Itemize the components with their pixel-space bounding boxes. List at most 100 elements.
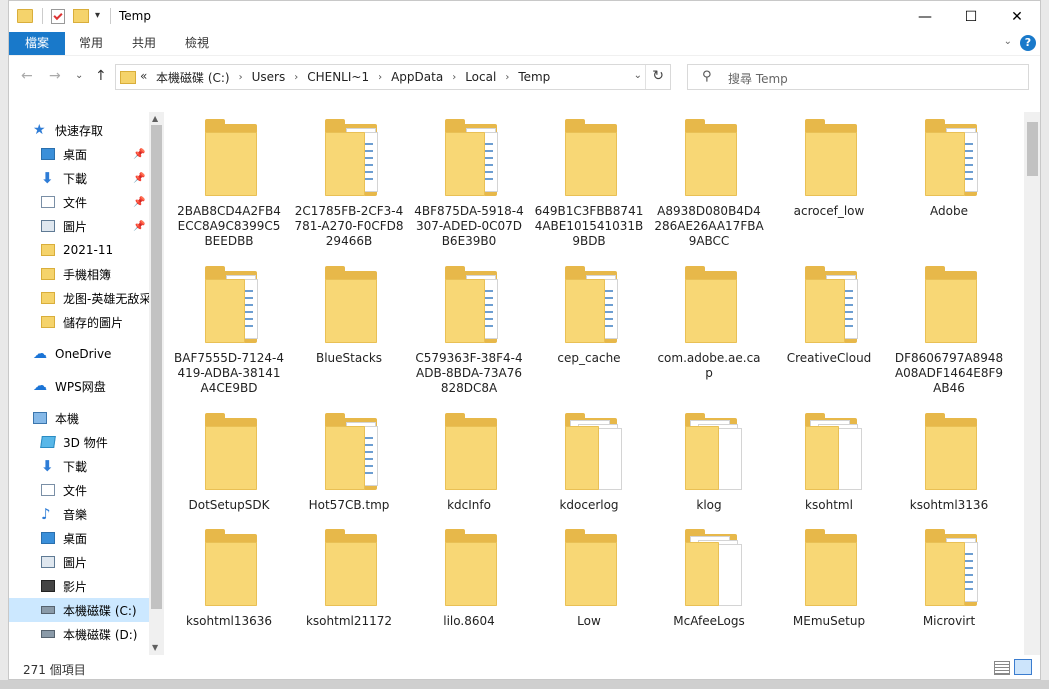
breadcrumb-overflow-icon[interactable]: « (140, 69, 147, 83)
details-view-icon[interactable] (994, 661, 1010, 675)
folder-item[interactable]: Adobe (894, 116, 1004, 256)
close-button[interactable]: ✕ (994, 1, 1040, 32)
address-history-chevron-icon[interactable]: ⌄ (634, 70, 642, 81)
folder-icon (41, 244, 55, 256)
folder-item[interactable]: ksohtml13636 (174, 526, 284, 655)
sidebar-item[interactable]: 桌面 (9, 526, 149, 550)
sidebar-item[interactable]: 儲存的圖片 (9, 310, 149, 334)
up-button[interactable]: ↑ (95, 68, 107, 84)
folder-item[interactable]: 649B1C3FBB87414ABE101541031B9BDB (534, 116, 644, 256)
folder-name: Microvirt (922, 614, 976, 628)
folder-front (325, 132, 365, 196)
tab-share[interactable]: 共用 (122, 32, 166, 55)
search-input[interactable]: ⚲ 搜尋 Temp (687, 64, 1029, 90)
folder-item[interactable]: C579363F-38F4-4ADB-8BDA-73A76828DC8A (414, 263, 524, 403)
scrollbar-thumb[interactable] (151, 125, 162, 609)
folder-item[interactable]: Low (534, 526, 644, 655)
folder-item[interactable]: ksohtml21172 (294, 526, 404, 655)
folder-item[interactable]: DF8606797A8948A08ADF1464E8F9AB46 (894, 263, 1004, 403)
folder-item[interactable]: 2BAB8CD4A2FB4ECC8A9C8399C5BEEDBB (174, 116, 284, 256)
scrollbar-thumb[interactable] (1027, 122, 1038, 176)
breadcrumb-item[interactable]: Local (465, 70, 496, 84)
sidebar-item[interactable]: 本機磁碟 (C:) (9, 598, 149, 622)
folder-item[interactable]: MEmuSetup (774, 526, 884, 655)
folder-name: BlueStacks (315, 351, 383, 365)
sidebar-item-label: 儲存的圖片 (63, 315, 124, 330)
navigation-pane-scrollbar[interactable]: ▲ ▼ (149, 112, 164, 655)
folder-name: DotSetupSDK (188, 498, 270, 512)
customize-toolbar-chevron-icon[interactable]: ▾ (95, 10, 100, 21)
breadcrumb-item[interactable]: Temp (518, 70, 550, 84)
sidebar-item[interactable]: 本機磁碟 (D:) (9, 622, 149, 646)
file-list-scrollbar[interactable] (1024, 112, 1040, 655)
folder-item[interactable]: 2C1785FB-2CF3-4781-A270-F0CFD829466B (294, 116, 404, 256)
sidebar-item-label: 3D 物件 (63, 435, 108, 450)
folder-name: CreativeCloud (786, 351, 872, 365)
sidebar-item[interactable]: 2021-11 (9, 238, 149, 262)
sidebar-item[interactable]: ☁ WPS网盘 (9, 374, 149, 398)
address-bar[interactable]: « 本機磁碟 (C:) › Users › CHENLI~1 › AppData… (115, 64, 671, 90)
folder-item[interactable]: lilo.8604 (414, 526, 524, 655)
maximize-button[interactable]: ☐ (948, 1, 994, 32)
folder-name: com.adobe.ae.cap (657, 351, 761, 380)
folder-name: MEmuSetup (792, 614, 866, 628)
breadcrumb-item[interactable]: 本機磁碟 (C:) (156, 69, 230, 86)
sidebar-item[interactable]: ☁ OneDrive (9, 342, 149, 366)
scroll-up-icon[interactable]: ▲ (152, 114, 158, 123)
folder-item[interactable]: acrocef_low (774, 116, 884, 256)
music-icon: ♪ (41, 505, 51, 523)
sidebar-item[interactable]: 桌面 📌 (9, 142, 149, 166)
breadcrumb-chevron-icon[interactable]: › (378, 72, 382, 83)
breadcrumb-item[interactable]: Users (252, 70, 286, 84)
folder-item[interactable]: CreativeCloud (774, 263, 884, 403)
pin-icon: 📌 (133, 220, 146, 232)
breadcrumb-chevron-icon[interactable]: › (505, 72, 509, 83)
folder-front (565, 542, 617, 606)
sidebar-item[interactable]: 龙图-英雄无敌采 (9, 286, 151, 310)
breadcrumb-item[interactable]: AppData (391, 70, 443, 84)
breadcrumb-chevron-icon[interactable]: › (294, 72, 298, 83)
properties-icon[interactable] (51, 9, 65, 24)
sidebar-item[interactable]: ★ 快速存取 (9, 118, 149, 142)
forward-button[interactable]: → (49, 68, 61, 84)
folder-item[interactable]: BAF7555D-7124-4419-ADBA-38141A4CE9BD (174, 263, 284, 403)
tab-view[interactable]: 檢視 (175, 32, 219, 55)
sidebar-item[interactable]: 圖片 📌 (9, 214, 149, 238)
folder-item[interactable]: cep_cache (534, 263, 644, 403)
help-icon[interactable]: ? (1020, 35, 1036, 51)
sidebar-item[interactable]: 3D 物件 (9, 430, 149, 454)
scroll-down-icon[interactable]: ▼ (152, 643, 158, 652)
folder-item[interactable]: McAfeeLogs (654, 526, 764, 655)
sidebar-item[interactable]: 文件 (9, 478, 149, 502)
sidebar-item[interactable]: 文件 📌 (9, 190, 149, 214)
sidebar-item[interactable]: 影片 (9, 574, 149, 598)
large-icons-view-icon[interactable] (1014, 659, 1032, 675)
sidebar-item[interactable]: ⬇ 下載 📌 (9, 166, 149, 190)
back-button[interactable]: ← (21, 68, 33, 84)
sidebar-item[interactable]: ♪ 音樂 (9, 502, 149, 526)
new-folder-icon[interactable] (73, 9, 89, 23)
breadcrumb-item[interactable]: CHENLI~1 (307, 70, 369, 84)
minimize-button[interactable]: — (902, 1, 948, 32)
refresh-icon[interactable]: ↻ (652, 68, 664, 84)
tab-file[interactable]: 檔案 (9, 32, 65, 55)
status-bar: 271 個項目 (9, 655, 1040, 679)
breadcrumb-chevron-icon[interactable]: › (452, 72, 456, 83)
folder-name: ksohtml13636 (185, 614, 273, 628)
sidebar-item[interactable]: ⬇ 下載 (9, 454, 149, 478)
folder-item[interactable]: 4BF875DA-5918-4307-ADED-0C07DB6E39B0 (414, 116, 524, 256)
folder-item[interactable]: Microvirt (894, 526, 1004, 655)
recent-locations-chevron-icon[interactable]: ⌄ (75, 70, 83, 81)
sidebar-item[interactable]: 圖片 (9, 550, 149, 574)
folder-item[interactable]: A8938D080B4D4286AE26AA17FBA9ABCC (654, 116, 764, 256)
folder-item[interactable]: BlueStacks (294, 263, 404, 403)
folder-name: Adobe (930, 204, 968, 218)
sidebar-item[interactable]: 手機相簿 (9, 262, 149, 286)
folder-name: ksohtml3136 (909, 498, 989, 512)
expand-ribbon-chevron-icon[interactable]: ⌄ (1004, 36, 1012, 47)
breadcrumb-chevron-icon[interactable]: › (239, 72, 243, 83)
sidebar-item[interactable]: 本機 (9, 406, 149, 430)
star-icon: ★ (33, 122, 46, 138)
folder-item[interactable]: com.adobe.ae.cap (654, 263, 764, 403)
tab-home[interactable]: 常用 (69, 32, 113, 55)
